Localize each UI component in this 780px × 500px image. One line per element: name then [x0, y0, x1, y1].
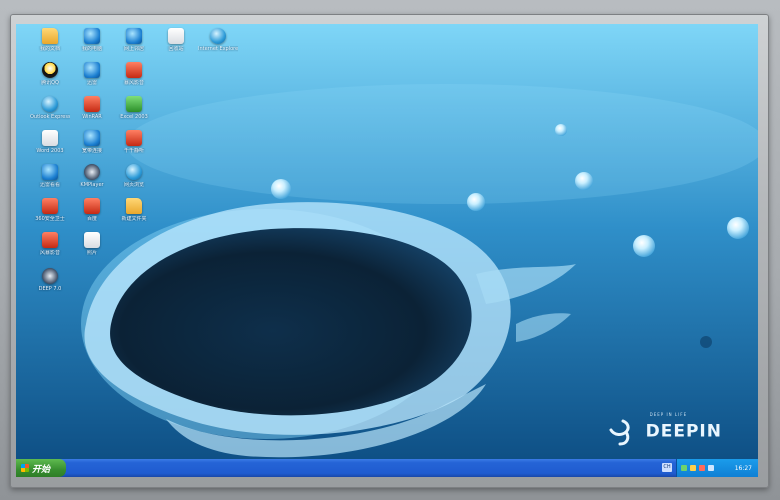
desktop-icon[interactable]: Excel 2003: [114, 96, 154, 120]
desktop-icon-area: 我的文档 我的电脑 网上邻居 回收站 Internet Explorer 腾讯QQ 迅雷 暴风…: [16, 24, 758, 477]
desktop-icon-label: 我的文档: [39, 46, 60, 52]
taskbar-clock[interactable]: 16:27: [735, 465, 752, 472]
desktop-icon-label: 我的电脑: [81, 46, 102, 52]
blue-icon: [84, 130, 100, 146]
desktop-icon[interactable]: 回收站: [156, 28, 196, 52]
desktop-icon[interactable]: 千千静听: [114, 130, 154, 154]
desktop-icon[interactable]: 风暴影音: [30, 232, 70, 256]
desktop-icon[interactable]: 新建文件夹: [114, 198, 154, 222]
folder-icon: [42, 28, 58, 44]
green-icon: [126, 96, 142, 112]
desktop-icon[interactable]: DEEP 7.0: [30, 268, 70, 292]
desktop-icon[interactable]: 360安全卫士: [30, 198, 70, 222]
volume-icon[interactable]: [690, 465, 696, 471]
folder-icon: [126, 198, 142, 214]
desktop-icon[interactable]: 宽带连接: [72, 130, 112, 154]
desktop-icon[interactable]: 腾讯QQ: [30, 62, 70, 86]
red-icon: [126, 62, 142, 78]
red-icon: [84, 198, 100, 214]
blue-icon: [84, 62, 100, 78]
desktop-icon-label: KMPlayer: [80, 182, 104, 188]
deepin-swirl-icon: [609, 419, 630, 446]
dark-icon: [42, 268, 58, 284]
desktop-icon-label: 千千静听: [123, 148, 144, 154]
desktop-icon[interactable]: 迅雷看看: [30, 164, 70, 188]
desktop-icon[interactable]: 暴风影音: [114, 62, 154, 86]
dark-icon: [84, 164, 100, 180]
red-icon: [42, 198, 58, 214]
desktop-icon-label: 宽带连接: [81, 148, 102, 154]
desktop-icon[interactable]: 我的电脑: [72, 28, 112, 52]
desktop-icon-label: 腾讯QQ: [41, 80, 59, 86]
red-icon: [42, 232, 58, 248]
desktop-icon-label: Word 2003: [36, 148, 64, 154]
blue-icon: [42, 164, 58, 180]
security-icon[interactable]: [699, 465, 705, 471]
desktop-icon-label: 百度: [86, 216, 97, 222]
q-icon: [42, 62, 58, 78]
desktop-icon-label: 360安全卫士: [35, 216, 65, 222]
globe-icon: [210, 28, 226, 44]
doc-icon: [42, 130, 58, 146]
start-label: 开始: [32, 464, 51, 475]
desktop-icon[interactable]: WinRAR: [72, 96, 112, 120]
globe-icon: [126, 164, 142, 180]
desktop-icon-label: 照片: [86, 250, 97, 256]
desktop-icon-label: 新建文件夹: [121, 216, 147, 222]
ime-indicator[interactable]: CH: [662, 463, 672, 472]
start-button[interactable]: 开始: [16, 459, 66, 477]
network-icon[interactable]: [681, 465, 687, 471]
desktop-icon-label: DEEP 7.0: [38, 286, 62, 292]
globe-icon: [42, 96, 58, 112]
logo-name: DEEPIN: [645, 421, 722, 442]
desktop-icon-label: Excel 2003: [120, 114, 148, 120]
desktop-screen: 我的文档 我的电脑 网上邻居 回收站 Internet Explorer 腾讯QQ 迅雷 暴风…: [16, 24, 758, 477]
desktop-icon-label: 网上邻居: [123, 46, 144, 52]
desktop-icon[interactable]: Internet Explorer: [198, 28, 238, 52]
desktop-icon[interactable]: Word 2003: [30, 130, 70, 154]
desktop-icon[interactable]: KMPlayer: [72, 164, 112, 188]
desktop-icon-label: 回收站: [168, 46, 184, 52]
desktop-icon-label: 暴风影音: [123, 80, 144, 86]
desktop-icon[interactable]: Outlook Express: [30, 96, 70, 120]
desktop-icon[interactable]: 网上邻居: [114, 28, 154, 52]
red-icon: [126, 130, 142, 146]
system-tray: 16:27: [676, 459, 758, 477]
blue-icon: [126, 28, 142, 44]
desktop-icon-label: Internet Explorer: [198, 46, 238, 52]
desktop-icon[interactable]: 照片: [72, 232, 112, 256]
desktop-icon[interactable]: 百度: [72, 198, 112, 222]
red-icon: [84, 96, 100, 112]
doc-icon: [84, 232, 100, 248]
desktop-icon-label: 迅雷看看: [39, 182, 60, 188]
desktop-icon-label: WinRAR: [82, 114, 102, 120]
deepin-logo: DEEP IN LIFE DEEPIN: [604, 412, 722, 447]
blue-icon: [84, 28, 100, 44]
desktop-icon[interactable]: 迅雷: [72, 62, 112, 86]
desktop-icon-label: 网页浏览: [123, 182, 144, 188]
desktop-icon[interactable]: 网页浏览: [114, 164, 154, 188]
desktop-icon-label: 迅雷: [86, 80, 97, 86]
doc-icon: [168, 28, 184, 44]
desktop-icon[interactable]: 我的文档: [30, 28, 70, 52]
desktop-icon-label: 风暴影音: [39, 250, 60, 256]
logo-tagline: DEEP IN LIFE: [649, 412, 688, 417]
qq-tray-icon[interactable]: [708, 465, 714, 471]
desktop-icon-label: Outlook Express: [30, 114, 70, 120]
windows-flag-icon: [21, 464, 29, 472]
taskbar: 开始 CH 16:27: [16, 459, 758, 477]
